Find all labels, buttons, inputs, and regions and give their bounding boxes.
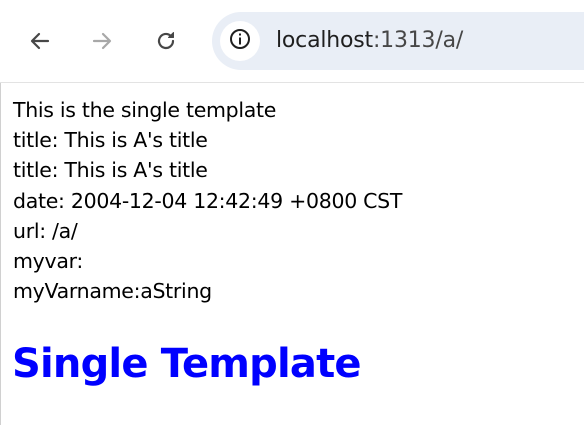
date-line: date: 2004-12-04 12:42:49 +0800 CST xyxy=(13,188,403,213)
title-line: title: This is A's title xyxy=(13,158,208,183)
back-button[interactable] xyxy=(20,21,60,61)
arrow-left-icon xyxy=(28,29,52,53)
url-text[interactable]: localhost:1313/a/ xyxy=(276,12,463,70)
title-line: title: This is A's title xyxy=(13,128,208,153)
myvar-line: myvar: xyxy=(13,249,83,274)
myvarname-line: myVarname:aString xyxy=(13,279,212,304)
info-icon xyxy=(228,27,252,55)
url-host: localhost xyxy=(276,28,373,53)
address-bar[interactable]: localhost:1313/a/ xyxy=(212,12,584,70)
forward-button[interactable] xyxy=(82,21,122,61)
page-heading: Single Template xyxy=(12,341,362,387)
url-path: :1313/a/ xyxy=(372,28,464,53)
arrow-right-icon xyxy=(90,29,114,53)
reload-icon xyxy=(154,29,178,53)
site-info-button[interactable] xyxy=(220,21,260,61)
template-line: This is the single template xyxy=(13,98,277,122)
browser-toolbar: localhost:1313/a/ xyxy=(0,0,584,83)
url-line: url: /a/ xyxy=(13,218,78,243)
page-content: This is the single template title: This … xyxy=(13,95,573,306)
page-left-border xyxy=(0,83,1,425)
reload-button[interactable] xyxy=(146,21,186,61)
